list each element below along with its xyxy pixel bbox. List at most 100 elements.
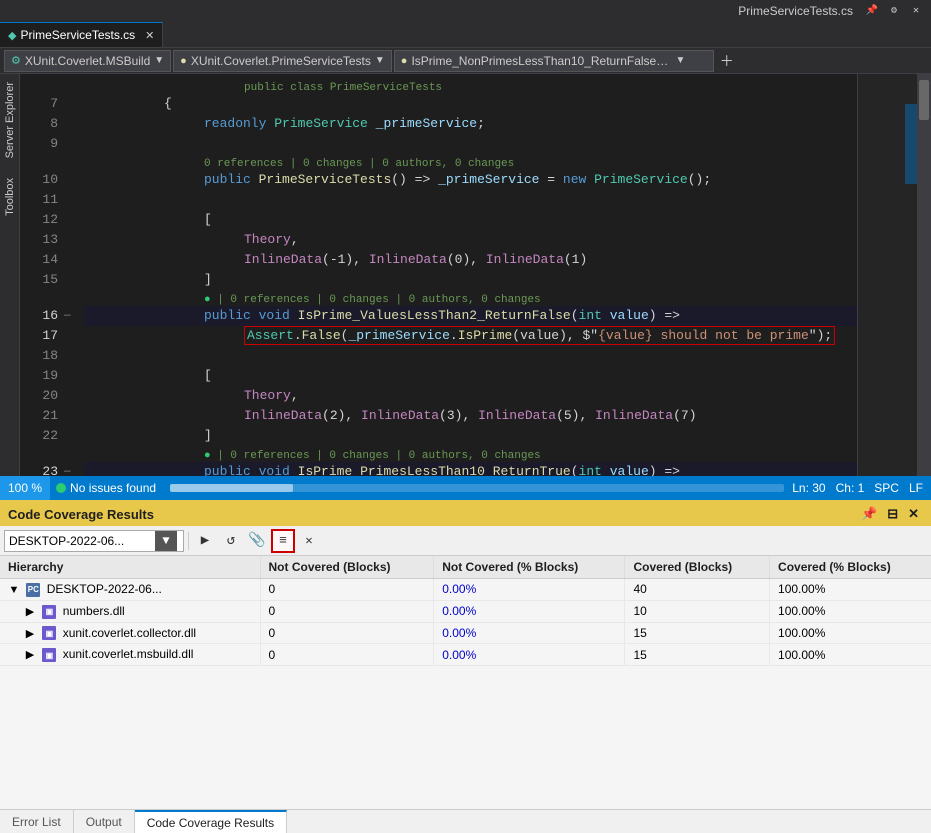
title-pin-button[interactable]: 📌 [861,0,883,22]
fold-23[interactable]: — [64,462,80,476]
fold-16[interactable]: — [64,306,80,326]
bottom-tab-error-list[interactable]: Error List [0,810,74,833]
status-issues: No issues found [50,481,162,495]
coverage-undock-button[interactable]: ⊟ [883,506,902,522]
code-line-16: public void IsPrime_ValuesLessThan2_Retu… [84,306,857,326]
h-scroll-thumb[interactable] [170,484,293,492]
line-num-10: 10 [20,170,58,190]
code-line-17: Assert.False(_primeService.IsPrime(value… [84,326,857,346]
row-2-expand[interactable]: ▶ [24,627,36,640]
line-num-ref2 [20,290,58,306]
line-num-13: 13 [20,230,58,250]
col-not-covered-blocks: Not Covered (Blocks) [260,556,434,579]
row-0-covered: 40 [625,579,770,601]
nav-left-icon: ⚙ [11,54,21,67]
row-2-covered: 15 [625,622,770,644]
ref-line-16: ● | 0 references | 0 changes | 0 authors… [84,290,857,306]
row-1-icon: ▣ [42,605,56,619]
code-line-19: [ [84,366,857,386]
col-hierarchy: Hierarchy [0,556,260,579]
coverage-header-controls: 📌 ⊟ ✕ [857,506,923,522]
row-0-hierarchy: ▼ PC DESKTOP-2022-06... [0,579,260,601]
row-2-not-covered: 0 [260,622,434,644]
minimap-thumb[interactable] [905,104,917,184]
row-2-name: xunit.coverlet.collector.dll [63,626,196,640]
table-row: ▶ ▣ xunit.coverlet.msbuild.dll 0 0.00% 1… [0,644,931,666]
nav-dropdown-right[interactable]: ● IsPrime_NonPrimesLessThan10_ReturnFals… [394,50,714,72]
coverage-search-input[interactable] [5,531,155,551]
table-row: ▶ ▣ numbers.dll 0 0.00% 10 100.00% [0,600,931,622]
coverage-close-button[interactable]: ✕ [904,506,923,522]
title-close-button[interactable]: ✕ [905,0,927,22]
coverage-attach-button[interactable]: 📎 [245,529,269,553]
row-1-name: numbers.dll [63,604,125,618]
tab-primesericetests[interactable]: ◆ PrimeServiceTests.cs ✕ [0,22,163,47]
row-3-not-covered: 0 [260,644,434,666]
coverage-input-dropdown[interactable]: ▼ [155,531,177,551]
row-3-icon: ▣ [42,648,56,662]
nav-add-button[interactable]: ＋ [716,50,738,72]
table-header-row: Hierarchy Not Covered (Blocks) Not Cover… [0,556,931,579]
issues-dot [56,483,66,493]
row-1-hierarchy: ▶ ▣ numbers.dll [0,600,260,622]
row-0-icon: PC [26,583,40,597]
coverage-table: Hierarchy Not Covered (Blocks) Not Cover… [0,556,931,666]
nav-dropdown-middle[interactable]: ● XUnit.Coverlet.PrimeServiceTests ▼ [173,50,392,72]
code-line-21: InlineData(2), InlineData(3), InlineData… [84,406,857,426]
line-num-ref1 [20,154,58,170]
coverage-clear-button[interactable]: ✕ [297,529,321,553]
issues-label: No issues found [70,481,156,495]
status-zoom[interactable]: 100 % [0,476,50,500]
server-explorer-tab[interactable]: Server Explorer [4,82,16,158]
horizontal-scroll-area[interactable] [162,484,792,492]
code-line-15: ] [84,270,857,290]
code-line-12: [ [84,210,857,230]
nav-mid-label: XUnit.Coverlet.PrimeServiceTests [191,54,371,68]
coverage-panel-header: Code Coverage Results 📌 ⊟ ✕ [0,502,931,526]
row-0-not-covered: 0 [260,579,434,601]
bottom-tab-bar: Error List Output Code Coverage Results [0,809,931,833]
tab-label: PrimeServiceTests.cs [20,28,135,42]
status-bar: 100 % No issues found Ln: 30 Ch: 1 SPC L… [0,476,931,500]
coverage-toolbar: ▼ ▶ ↺ 📎 ≡ ✕ [0,526,931,556]
coverage-show-results-button[interactable]: ≡ [271,529,295,553]
coverage-pin-button[interactable]: 📌 [857,506,881,522]
col-not-covered-pct: Not Covered (% Blocks) [434,556,625,579]
code-line-7: { [84,94,857,114]
title-bar-filename: PrimeServiceTests.cs [730,4,861,18]
coverage-table-wrap[interactable]: Hierarchy Not Covered (Blocks) Not Cover… [0,556,931,809]
status-right: Ln: 30 Ch: 1 SPC LF [792,481,931,495]
line-num-23: 23 [20,462,58,476]
nav-right-label: IsPrime_NonPrimesLessThan10_ReturnFalse(… [411,54,671,68]
coverage-run-button[interactable]: ▶ [193,529,217,553]
tab-bar: ◆ PrimeServiceTests.cs ✕ [0,22,931,48]
row-3-expand[interactable]: ▶ [24,648,36,661]
title-bar-buttons: 📌 ⚙ ✕ [861,0,927,22]
h-scroll-track[interactable] [170,484,784,492]
minimap [857,74,917,476]
coverage-title: Code Coverage Results [8,507,857,522]
col-covered-blocks: Covered (Blocks) [625,556,770,579]
row-2-not-covered-pct: 0.00% [434,622,625,644]
bottom-tab-code-coverage[interactable]: Code Coverage Results [135,810,287,833]
tab-close-icon[interactable]: ✕ [145,29,154,42]
toolbox-tab[interactable]: Toolbox [4,178,16,216]
line-num-12: 12 [20,210,58,230]
row-0-expand[interactable]: ▼ [8,584,20,596]
scrollbar-thumb-v[interactable] [919,80,929,120]
vertical-scrollbar[interactable] [917,74,931,476]
title-bar: PrimeServiceTests.cs 📌 ⚙ ✕ [0,0,931,22]
coverage-rerun-button[interactable]: ↺ [219,529,243,553]
nav-dropdown-left[interactable]: ⚙ XUnit.Coverlet.MSBuild ▼ [4,50,171,72]
bottom-tab-output[interactable]: Output [74,810,135,833]
row-1-covered-pct: 100.00% [770,600,931,622]
row-1-expand[interactable]: ▶ [24,605,36,618]
nav-right-icon: ● [401,55,408,67]
fold-indicators: — — [64,74,80,476]
row-1-covered: 10 [625,600,770,622]
title-settings-button[interactable]: ⚙ [883,0,905,22]
nav-right-arrow: ▼ [675,55,685,66]
table-row: ▼ PC DESKTOP-2022-06... 0 0.00% 40 100.0… [0,579,931,601]
line-num-blank [20,78,58,94]
code-line-23: public void IsPrime_PrimesLessThan10_Ret… [84,462,857,476]
